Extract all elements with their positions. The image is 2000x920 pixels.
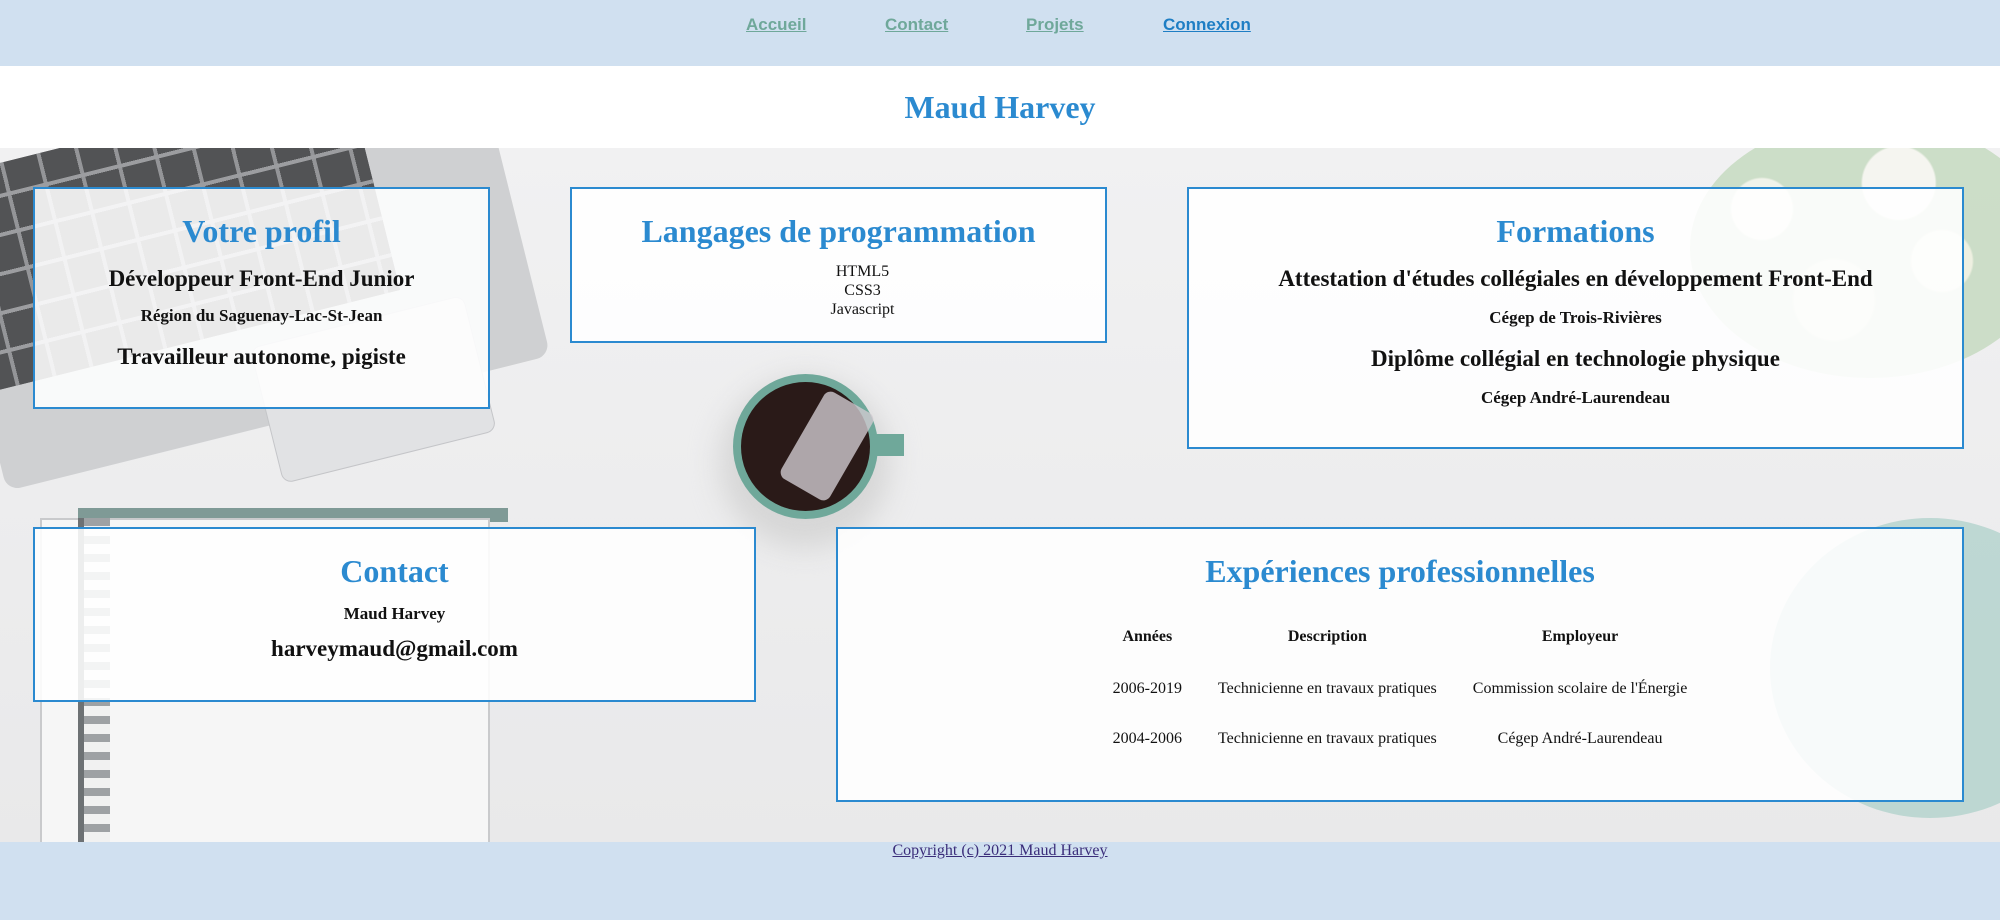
page-footer: Copyright (c) 2021 Maud Harvey (0, 842, 2000, 920)
table-cell: 2004-2006 (1112, 730, 1182, 747)
contact-title: Contact (340, 553, 449, 589)
table-cell: Cégep André-Laurendeau (1497, 730, 1663, 747)
language-item: CSS3 (844, 282, 881, 299)
experiences-table: Années Description Employeur 2006-2019 T… (1095, 610, 1706, 764)
formation-diploma: Attestation d'études collégiales en déve… (1278, 266, 1873, 291)
copyright-link[interactable]: Copyright (c) 2021 Maud Harvey (892, 842, 1107, 859)
column-header: Description (1287, 628, 1367, 645)
profile-card: Votre profil Développeur Front-End Junio… (33, 187, 490, 409)
table-cell: 2006-2019 (1112, 680, 1182, 697)
nav-link-accueil[interactable]: Accueil (746, 15, 806, 35)
nav-link-projets[interactable]: Projets (1026, 15, 1084, 35)
formation-school: Cégep de Trois-Rivières (1489, 308, 1662, 327)
contact-card: Contact Maud Harvey harveymaud@gmail.com (33, 527, 756, 702)
table-header-row: Années Description Employeur (1095, 610, 1706, 664)
nav-link-connexion[interactable]: Connexion (1163, 15, 1251, 35)
top-nav: Accueil Contact Projets Connexion (0, 0, 2000, 66)
coffee-reflection (777, 388, 877, 504)
language-item: Javascript (830, 301, 895, 318)
table-cell: Commission scolaire de l'Énergie (1472, 680, 1688, 697)
page-header: Maud Harvey (0, 66, 2000, 148)
table-row: 2006-2019 Technicienne en travaux pratiq… (1095, 664, 1706, 714)
experiences-title: Expériences professionnelles (1205, 553, 1595, 589)
column-header: Années (1122, 628, 1173, 645)
nav-link-contact[interactable]: Contact (885, 15, 948, 35)
experiences-card: Expériences professionnelles Années Desc… (836, 527, 1964, 802)
column-header: Employeur (1541, 628, 1619, 645)
formations-title: Formations (1496, 213, 1655, 249)
language-item: HTML5 (835, 263, 890, 280)
profile-title: Votre profil (182, 213, 341, 249)
cup-handle (874, 434, 904, 456)
table-row: 2004-2006 Technicienne en travaux pratiq… (1095, 714, 1706, 764)
coffee-cup-image (733, 374, 878, 519)
profile-region: Région du Saguenay-Lac-St-Jean (140, 306, 383, 325)
table-cell: Technicienne en travaux pratiques (1218, 680, 1437, 697)
languages-title: Langages de programmation (641, 213, 1036, 249)
formation-diploma: Diplôme collégial en technologie physiqu… (1371, 346, 1780, 371)
coffee-image (741, 382, 877, 511)
page-title: Maud Harvey (904, 89, 1096, 125)
table-cell: Technicienne en travaux pratiques (1218, 730, 1437, 747)
profile-status: Travailleur autonome, pigiste (117, 344, 406, 369)
formation-school: Cégep André-Laurendeau (1480, 388, 1671, 407)
contact-name: Maud Harvey (343, 604, 446, 623)
formations-card: Formations Attestation d'études collégia… (1187, 187, 1964, 449)
languages-card: Langages de programmation HTML5 CSS3 Jav… (570, 187, 1107, 343)
profile-role: Développeur Front-End Junior (108, 266, 415, 291)
contact-email: harveymaud@gmail.com (271, 636, 518, 661)
